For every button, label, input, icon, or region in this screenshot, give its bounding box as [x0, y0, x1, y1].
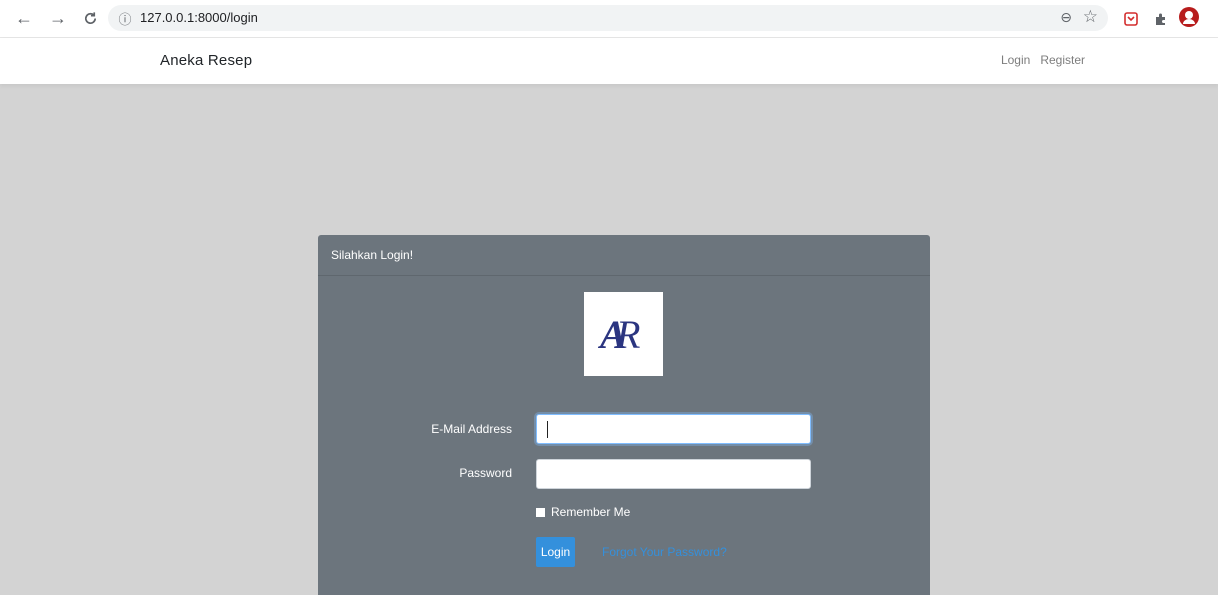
- remember-checkbox[interactable]: [536, 507, 545, 517]
- nav-login-link[interactable]: Login: [1001, 53, 1030, 67]
- nav-register-link[interactable]: Register: [1040, 53, 1085, 67]
- url-text: 127.0.0.1:8000/login: [140, 10, 258, 25]
- svg-text:R: R: [615, 312, 640, 357]
- password-field[interactable]: [536, 459, 811, 489]
- back-icon[interactable]: ←: [12, 6, 36, 30]
- text-caret: [547, 421, 548, 438]
- reload-svg: [84, 11, 96, 24]
- nav-links: Login Register: [1001, 53, 1085, 67]
- extensions-puzzle-icon[interactable]: [1150, 8, 1172, 30]
- card-header: Silahkan Login!: [318, 235, 930, 276]
- reload-icon[interactable]: [78, 6, 102, 30]
- email-field[interactable]: [536, 414, 811, 444]
- info-icon[interactable]: ⓘ: [116, 9, 134, 27]
- brand-title[interactable]: Aneka Resep: [160, 52, 252, 69]
- app-navbar: Aneka Resep Login Register: [0, 38, 1218, 84]
- site-logo: A R: [584, 292, 663, 376]
- forward-icon[interactable]: →: [46, 6, 70, 30]
- pocket-extension-icon[interactable]: [1120, 8, 1142, 30]
- zoom-icon[interactable]: ⊖: [1060, 9, 1072, 26]
- login-button[interactable]: Login: [536, 537, 575, 567]
- remember-label[interactable]: Remember Me: [551, 505, 630, 519]
- forgot-password-link[interactable]: Forgot Your Password?: [602, 545, 727, 559]
- ar-logo-icon: A R: [597, 312, 640, 357]
- browser-toolbar: ← → ⓘ 127.0.0.1:8000/login ⊖ ☆: [0, 0, 1218, 38]
- remember-me: Remember Me: [536, 505, 630, 519]
- address-bar[interactable]: ⓘ 127.0.0.1:8000/login ⊖ ☆: [108, 5, 1108, 31]
- email-label: E-Mail Address: [431, 422, 512, 436]
- profile-avatar-icon[interactable]: [1178, 6, 1200, 28]
- login-card: Silahkan Login! A R E-Mail Address Passw…: [318, 235, 930, 595]
- bookmark-star-icon[interactable]: ☆: [1083, 7, 1098, 27]
- password-label: Password: [459, 466, 512, 480]
